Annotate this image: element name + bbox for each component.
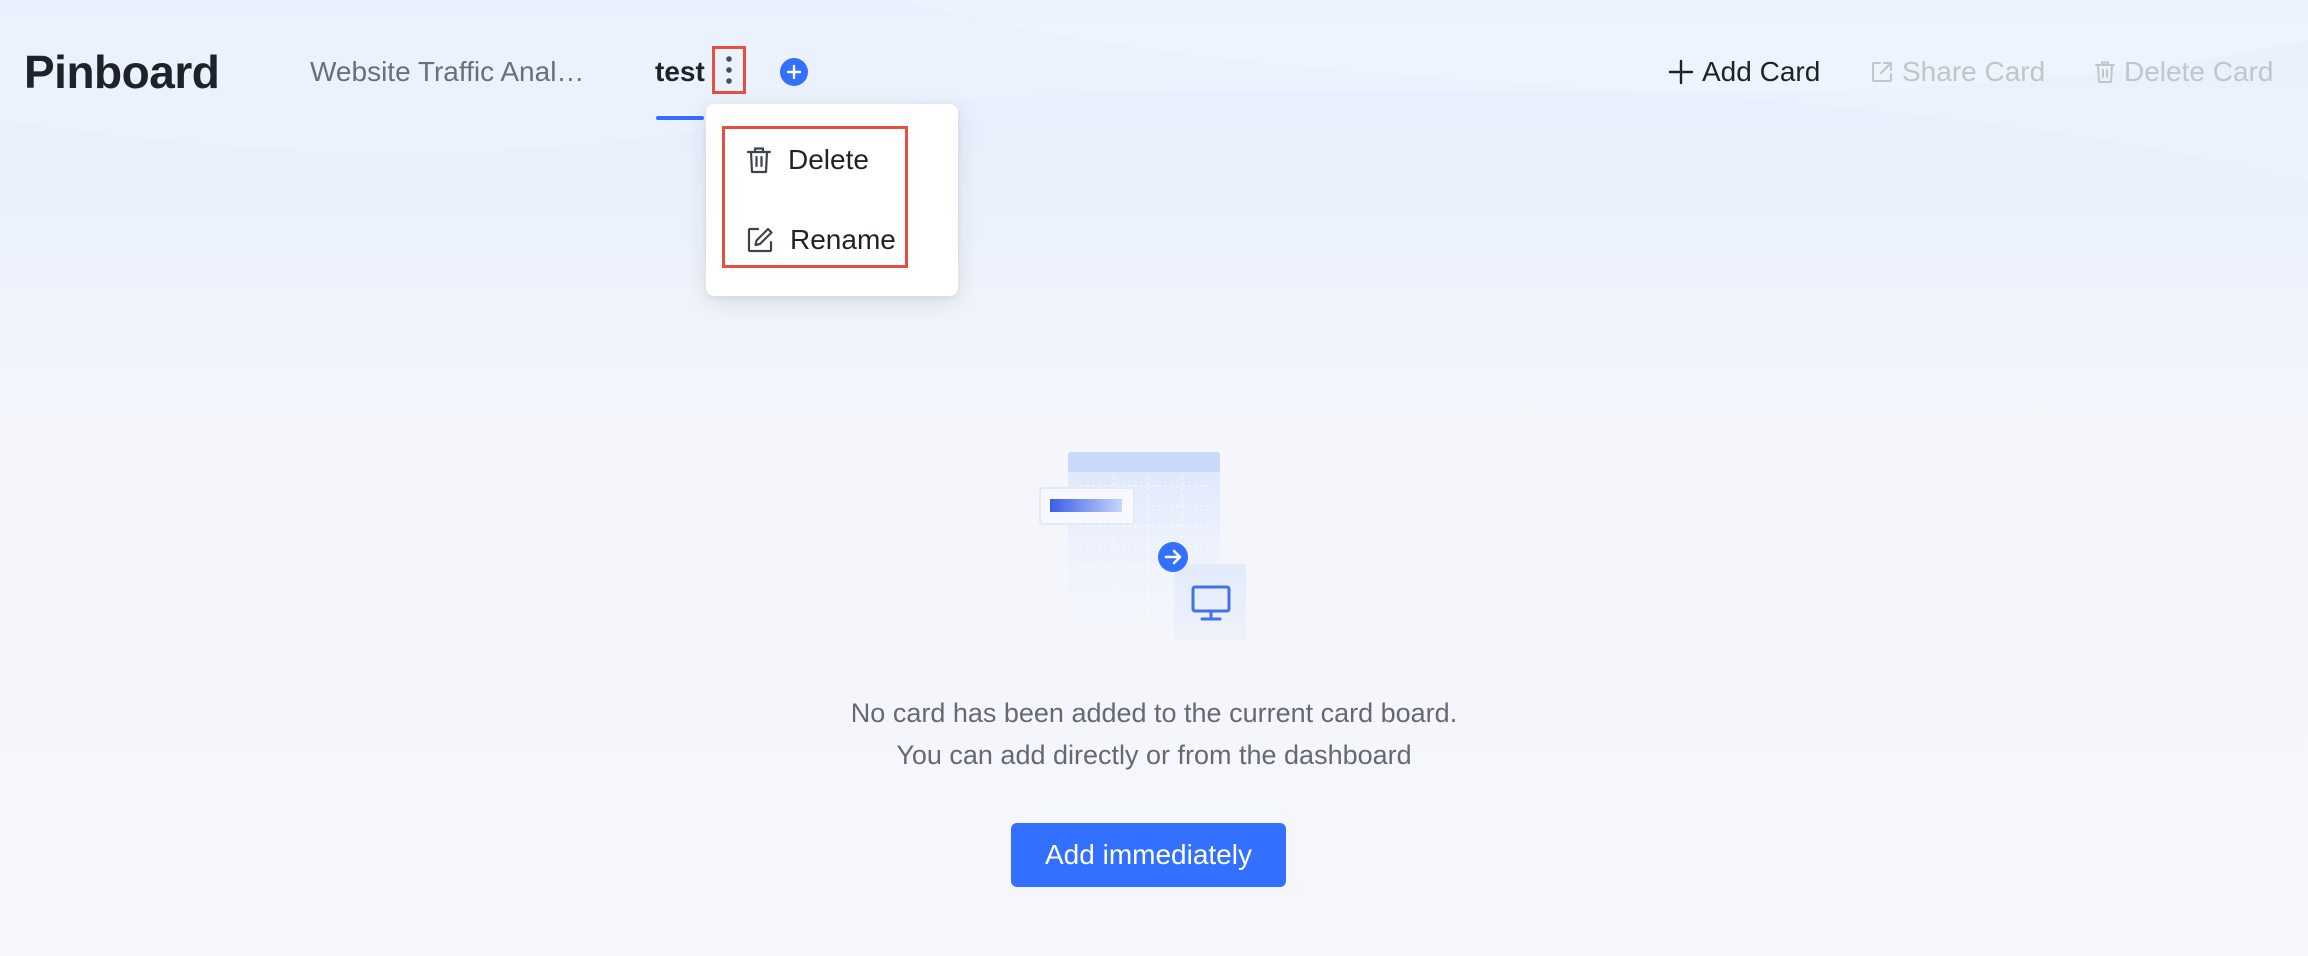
empty-board-illustration — [1039, 452, 1246, 642]
share-icon — [1872, 62, 1892, 82]
trash-icon — [2095, 61, 2115, 83]
delete-card-button[interactable]: Delete Card — [2094, 52, 2273, 92]
share-card-label: Share Card — [1902, 56, 2046, 87]
add-tab-icon[interactable] — [780, 58, 808, 86]
menu-item-rename[interactable]: Rename — [746, 218, 896, 262]
plus-icon — [1668, 59, 1694, 85]
more-vertical-icon — [726, 56, 732, 84]
tab-test[interactable]: test — [655, 52, 705, 92]
active-tab-indicator — [656, 116, 704, 120]
menu-item-delete-label: Delete — [788, 144, 869, 175]
page-title: Pinboard — [24, 46, 220, 98]
menu-item-rename-label: Rename — [790, 224, 896, 255]
share-card-button[interactable]: Share Card — [1870, 52, 2045, 92]
add-immediately-button[interactable]: Add immediately — [1011, 823, 1286, 887]
menu-item-delete[interactable]: Delete — [746, 138, 869, 182]
tab-website-traffic[interactable]: Website Traffic Anal… — [310, 52, 590, 92]
add-card-button[interactable]: Add Card — [1668, 52, 1820, 92]
add-card-label: Add Card — [1702, 56, 1821, 87]
empty-state-message: No card has been added to the current ca… — [850, 698, 1458, 728]
delete-card-label: Delete Card — [2124, 56, 2274, 87]
trash-icon — [746, 147, 772, 174]
edit-icon — [747, 227, 773, 253]
empty-state-hint: You can add directly or from the dashboa… — [896, 740, 1412, 770]
tab-more-button[interactable] — [712, 46, 746, 94]
tab-options-menu: Delete Rename — [706, 104, 958, 296]
